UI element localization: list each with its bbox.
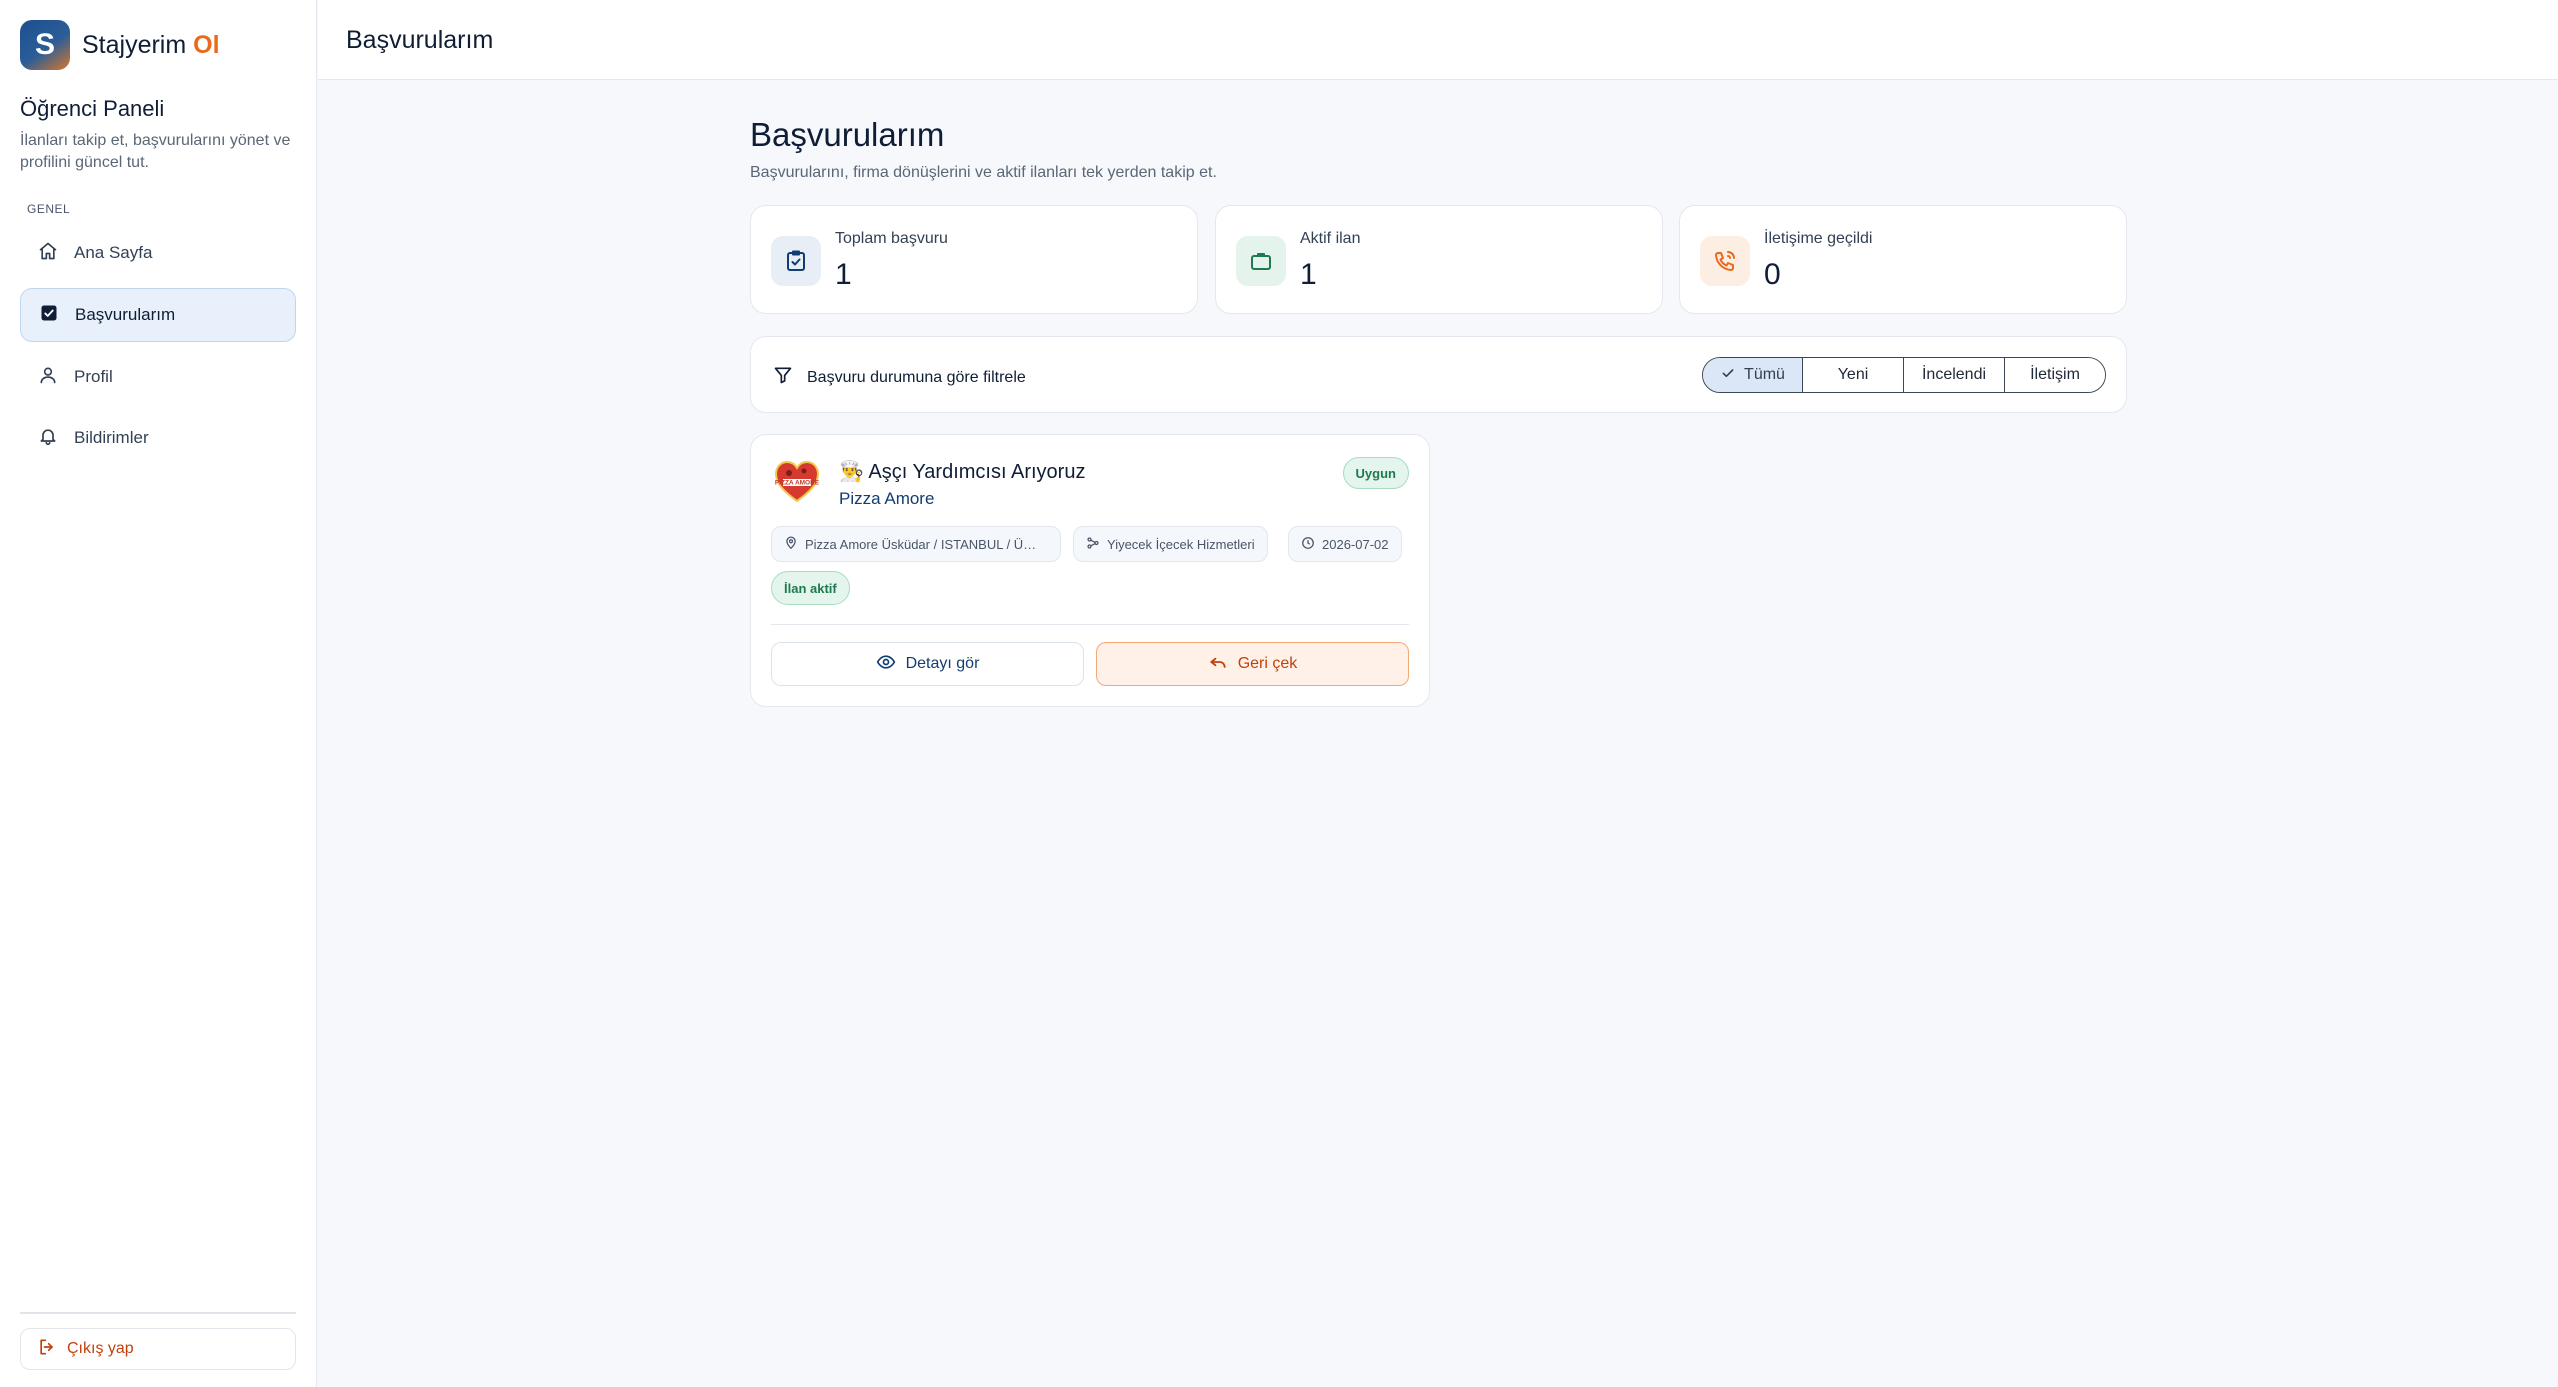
stat-label: Toplam başvuru xyxy=(835,230,948,247)
filter-bar: Başvuru durumuna göre filtrele Tümü Yeni… xyxy=(750,336,2127,413)
stat-card-total-applications: Toplam başvuru 1 xyxy=(750,205,1198,314)
withdraw-label: Geri çek xyxy=(1237,655,1298,672)
stat-value: 1 xyxy=(835,258,852,291)
sector-icon xyxy=(1086,536,1100,553)
sidebar-item-applications[interactable]: Başvurularım xyxy=(20,288,296,342)
card-divider xyxy=(771,624,1409,625)
stat-card-active-listings: Aktif ilan 1 xyxy=(1215,205,1663,314)
status-filter-segmented: Tümü Yeni İncelendi İletişim xyxy=(1702,357,2106,393)
date-text: 2026-07-02 xyxy=(1322,536,1389,552)
phone-call-icon xyxy=(1700,236,1750,286)
home-icon xyxy=(38,241,58,266)
panel-description: İlanları takip et, başvurularını yönet v… xyxy=(20,132,291,171)
bell-icon xyxy=(38,426,58,451)
filter-option-new[interactable]: Yeni xyxy=(1803,358,1904,392)
filter-option-all[interactable]: Tümü xyxy=(1703,358,1803,392)
brand-name-main: Stajyerim xyxy=(82,30,187,59)
stat-card-contacted: İletişime geçildi 0 xyxy=(1679,205,2127,314)
sector-chip: Yiyecek İçecek Hizmetleri xyxy=(1073,526,1268,562)
top-bar-title: Başvurularım xyxy=(346,26,494,54)
sidebar-item-profile[interactable]: Profil xyxy=(20,350,296,404)
sidebar-item-label: Ana Sayfa xyxy=(74,243,153,262)
filter-label-text: Başvuru durumuna göre filtrele xyxy=(807,368,1026,386)
withdraw-button[interactable]: Geri çek xyxy=(1096,642,1409,686)
application-card: PIZZA AMORE 👨‍🍳 Aşçı Yardımcısı Arıyoruz… xyxy=(750,434,1430,707)
view-details-button[interactable]: Detayı gör xyxy=(771,642,1084,686)
stat-value: 1 xyxy=(1300,258,1317,291)
sector-text: Yiyecek İçecek Hizmetleri xyxy=(1107,536,1255,552)
company-name[interactable]: Pizza Amore xyxy=(839,489,934,509)
sidebar: S Stajyerim Ol Öğrenci Paneli İlanları t… xyxy=(0,0,317,1387)
filter-option-label: İletişim xyxy=(2030,366,2080,383)
location-chip: Pizza Amore Üsküdar / ISTANBUL / Ü… xyxy=(771,526,1061,562)
logout-label: Çıkış yap xyxy=(67,1340,134,1357)
stat-label: İletişime geçildi xyxy=(1764,230,1873,247)
checklist-icon xyxy=(39,303,59,328)
filter-option-label: İncelendi xyxy=(1921,366,1987,383)
filter-option-label: Yeni xyxy=(1837,366,1869,383)
sidebar-item-label: Profil xyxy=(74,367,113,386)
page-subtitle: Başvurularını, firma dönüşlerini ve akti… xyxy=(750,164,1217,181)
brand-logo: S xyxy=(20,20,70,70)
company-logo-text: PIZZA AMORE xyxy=(775,480,820,487)
view-details-label: Detayı gör xyxy=(905,655,980,672)
stat-label: Aktif ilan xyxy=(1300,230,1361,247)
sidebar-item-notifications[interactable]: Bildirimler xyxy=(20,411,296,465)
sidebar-divider xyxy=(20,1312,296,1314)
filter-option-contact[interactable]: İletişim xyxy=(2005,358,2105,392)
filter-option-reviewed[interactable]: İncelendi xyxy=(1904,358,2005,392)
date-chip: 2026-07-02 xyxy=(1288,526,1402,562)
sidebar-item-home[interactable]: Ana Sayfa xyxy=(20,226,296,280)
brand[interactable]: S Stajyerim Ol xyxy=(20,20,220,70)
filter-option-label: Tümü xyxy=(1744,366,1785,383)
sidebar-item-label: Başvurularım xyxy=(75,305,176,324)
user-icon xyxy=(38,365,58,390)
map-pin-icon xyxy=(784,536,798,553)
clock-icon xyxy=(1301,536,1315,553)
sidebar-item-label: Bildirimler xyxy=(74,428,149,447)
location-text: Pizza Amore Üsküdar / ISTANBUL / Ü… xyxy=(805,536,1037,552)
logout-button[interactable]: Çıkış yap xyxy=(20,1328,296,1370)
filter-icon xyxy=(773,365,793,390)
match-badge: Uygun xyxy=(1342,457,1409,489)
logout-icon xyxy=(37,1337,57,1362)
undo-icon xyxy=(1208,652,1228,677)
clipboard-check-icon xyxy=(771,236,821,286)
panel-title: Öğrenci Paneli xyxy=(20,96,165,121)
page-title: Başvurularım xyxy=(750,116,945,153)
top-bar: Başvurularım xyxy=(318,0,2558,80)
brand-name: Stajyerim Ol xyxy=(82,31,220,60)
listing-status-pill: İlan aktif xyxy=(771,571,850,605)
company-logo: PIZZA AMORE xyxy=(773,457,821,505)
briefcase-icon xyxy=(1236,236,1286,286)
eye-icon xyxy=(876,652,896,677)
stat-value: 0 xyxy=(1764,258,1781,291)
section-label: GENEL xyxy=(27,202,71,216)
check-icon xyxy=(1720,365,1736,386)
job-title[interactable]: 👨‍🍳 Aşçı Yardımcısı Arıyoruz xyxy=(839,459,1085,484)
filter-label: Başvuru durumuna göre filtrele xyxy=(773,365,1026,390)
brand-name-accent: Ol xyxy=(193,30,220,59)
